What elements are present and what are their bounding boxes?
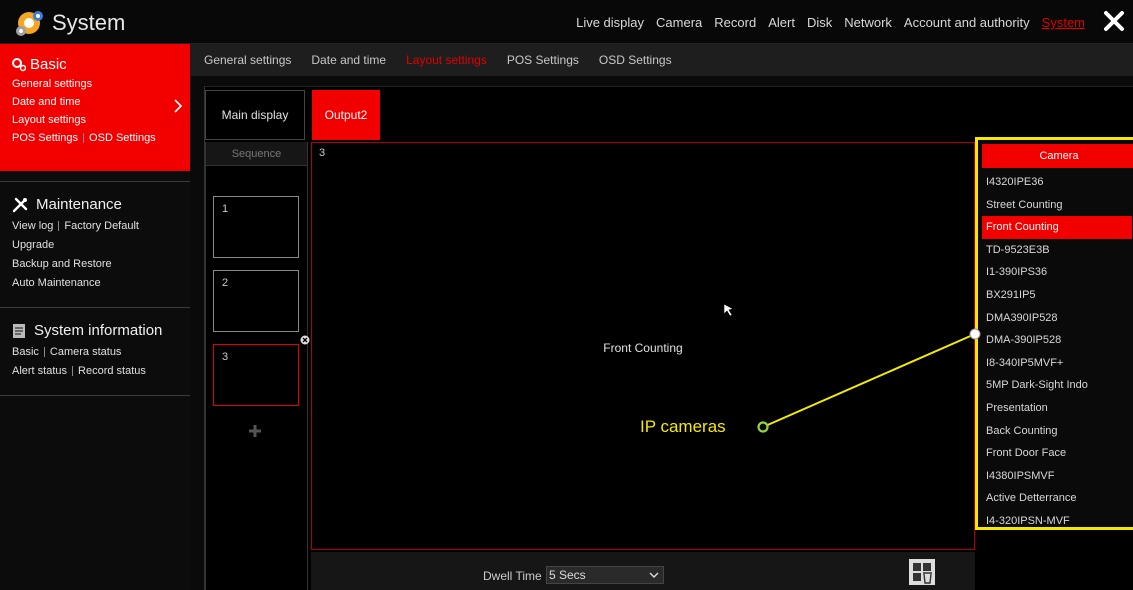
dwell-time-select[interactable]: 5 Secs	[546, 566, 664, 584]
sidebar-link-date-time[interactable]: Date and time	[12, 93, 190, 111]
subtab-date-time[interactable]: Date and time	[311, 53, 386, 67]
subtab-pos-settings[interactable]: POS Settings	[507, 53, 579, 67]
system-information-section: System information Basic Camera status Al…	[0, 307, 190, 395]
separator	[58, 221, 60, 232]
close-icon[interactable]	[1101, 8, 1127, 34]
nav-alert[interactable]: Alert	[768, 15, 795, 30]
nav-camera[interactable]: Camera	[656, 15, 702, 30]
top-bar: System Live display Camera Record Alert …	[0, 0, 1133, 44]
nav-system[interactable]: System	[1042, 15, 1085, 30]
camera-list-item[interactable]: TD-9523E3B	[982, 239, 1132, 262]
dwell-time-bar: Dwell Time 5 Secs	[311, 552, 975, 590]
sequence-header[interactable]: Sequence	[206, 142, 307, 166]
sidebar-link-camera-status[interactable]: Camera status	[50, 346, 122, 358]
maintenance-section: Maintenance View log Factory Default Upgr…	[0, 181, 190, 307]
subtab-layout-settings[interactable]: Layout settings	[406, 53, 487, 67]
camera-list-item[interactable]: DMA-390IP528	[982, 329, 1132, 352]
sidebar-link-upgrade[interactable]: Upgrade	[12, 236, 190, 255]
sidebar-link-pos-settings[interactable]: POS Settings	[12, 132, 78, 144]
camera-list-item-selected[interactable]: Front Counting	[982, 216, 1132, 239]
chevron-right-icon[interactable]	[172, 98, 184, 114]
sequence-item[interactable]: 2	[213, 270, 299, 332]
nav-account-authority[interactable]: Account and authority	[904, 15, 1030, 30]
camera-list-item[interactable]: Back Counting	[982, 420, 1132, 443]
sidebar-link-layout-settings[interactable]: Layout settings	[12, 111, 190, 129]
tab-output2[interactable]: Output2	[312, 90, 380, 140]
info-document-icon	[13, 323, 25, 338]
sidebar-link-auto-maintenance[interactable]: Auto Maintenance	[12, 274, 190, 293]
sidebar-link-osd-settings[interactable]: OSD Settings	[89, 132, 156, 144]
gear-icon	[12, 57, 26, 71]
dwell-time-value: 5 Secs	[549, 568, 586, 582]
sidebar: Basic General settings Date and time Lay…	[0, 44, 190, 590]
camera-list-item[interactable]: I4320IPE36	[982, 171, 1132, 194]
camera-list-item[interactable]: 5MP Dark-Sight Indo	[982, 374, 1132, 397]
camera-list-item[interactable]: I8-340IP5MVF+	[982, 352, 1132, 375]
camera-list-item[interactable]: I4380IPSMVF	[982, 465, 1132, 488]
separator	[43, 347, 45, 358]
sequence-item[interactable]: 1	[213, 196, 299, 258]
sidebar-link-basic[interactable]: Basic	[12, 346, 39, 358]
separator	[72, 366, 74, 377]
tools-icon	[12, 197, 28, 212]
annotation-label: IP cameras	[640, 417, 726, 436]
app-title: System	[52, 10, 126, 35]
sidebar-link-alert-status[interactable]: Alert status	[12, 365, 67, 377]
system-information-heading[interactable]: System information	[34, 322, 162, 339]
tab-main-display[interactable]: Main display	[205, 90, 305, 140]
maintenance-heading[interactable]: Maintenance	[36, 196, 122, 213]
top-navigation: Live display Camera Record Alert Disk Ne…	[576, 15, 1085, 30]
camera-list-item[interactable]: BX291IP5	[982, 284, 1132, 307]
sidebar-link-general-settings[interactable]: General settings	[12, 75, 190, 93]
preview-camera-name: Front Counting	[603, 341, 683, 355]
sequence-item-selected[interactable]: 3	[213, 344, 299, 406]
remove-sequence-icon[interactable]	[300, 335, 310, 345]
gears-logo-icon	[16, 11, 43, 36]
preview-window-number: 3	[319, 147, 326, 159]
nav-network[interactable]: Network	[844, 15, 892, 30]
camera-panel: Camera I4320IPE36 Street Counting Front …	[975, 137, 1133, 530]
camera-list: I4320IPE36 Street Counting Front Countin…	[982, 171, 1132, 533]
nav-disk[interactable]: Disk	[807, 15, 832, 30]
camera-list-item[interactable]: Street Counting	[982, 194, 1132, 217]
sidebar-link-view-log[interactable]: View log	[12, 220, 53, 232]
separator	[83, 133, 85, 144]
nav-record[interactable]: Record	[714, 15, 756, 30]
nav-live-display[interactable]: Live display	[576, 15, 644, 30]
camera-list-item[interactable]: I1-390IPS36	[982, 261, 1132, 284]
sidebar-link-factory-default[interactable]: Factory Default	[64, 220, 139, 232]
settings-subtabs: General settings Date and time Layout se…	[190, 44, 1133, 76]
chevron-down-icon	[649, 572, 659, 578]
subtab-osd-settings[interactable]: OSD Settings	[599, 53, 672, 67]
basic-heading[interactable]: Basic	[30, 56, 67, 73]
basic-section: Basic General settings Date and time Lay…	[0, 44, 190, 171]
camera-list-item[interactable]: I4-320IPSN-MVF	[982, 510, 1132, 533]
camera-list-item[interactable]: Active Detterrance	[982, 487, 1132, 510]
sidebar-link-record-status[interactable]: Record status	[78, 365, 146, 377]
sequence-column: Sequence 1 2 3	[205, 142, 310, 590]
camera-list-item[interactable]: Presentation	[982, 397, 1132, 420]
sidebar-link-backup-restore[interactable]: Backup and Restore	[12, 255, 190, 274]
mouse-cursor-icon	[723, 303, 734, 317]
clear-layout-icon[interactable]	[908, 558, 936, 586]
camera-list-item[interactable]: DMA390IP528	[982, 307, 1132, 330]
subtab-general-settings[interactable]: General settings	[204, 53, 291, 67]
add-sequence-icon[interactable]	[248, 424, 262, 438]
camera-panel-header: Camera	[982, 144, 1133, 168]
camera-list-item[interactable]: Front Door Face	[982, 442, 1132, 465]
layout-preview[interactable]: 3 Front Counting	[311, 142, 975, 550]
dwell-time-label: Dwell Time	[483, 569, 542, 583]
sidebar-divider	[0, 395, 190, 396]
